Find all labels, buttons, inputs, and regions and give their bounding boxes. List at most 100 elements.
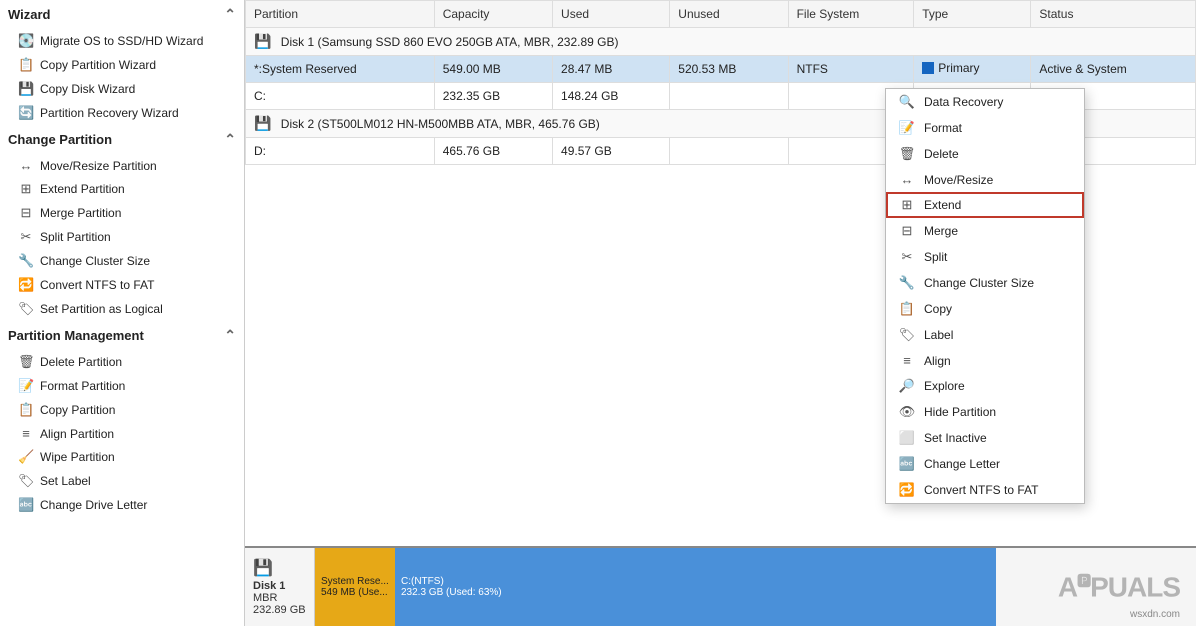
move-resize-icon: ↔	[898, 172, 916, 187]
format-icon: 📝	[898, 120, 916, 136]
set-inactive-icon: ⬜	[898, 430, 916, 446]
main-area: Partition Capacity Used Unused File Syst…	[245, 0, 1196, 546]
sidebar-item-set-logical[interactable]: 🏷 Set Partition as Logical	[0, 297, 244, 321]
disk-part-c[interactable]: C:(NTFS) 232.3 GB (Used: 63%)	[395, 548, 996, 626]
partition-unused	[670, 138, 788, 165]
watermark-domain: wsxdn.com	[1130, 609, 1180, 620]
extend-icon: ⊞	[898, 197, 916, 213]
table-row[interactable]: *:System Reserved 549.00 MB 28.47 MB 520…	[246, 56, 1196, 83]
col-capacity: Capacity	[434, 1, 552, 28]
cm-extend[interactable]: ⊞ Extend	[886, 192, 1084, 218]
sidebar-item-format-partition[interactable]: 📝 Format Partition	[0, 374, 244, 398]
partition-name: C:	[246, 83, 435, 110]
split-icon: ✂	[898, 249, 916, 265]
sidebar-item-copy-disk-wizard[interactable]: 💾 Copy Disk Wizard	[0, 77, 244, 101]
wizard-chevron-icon: ⌃	[224, 6, 236, 23]
change-drive-letter-icon: 🔤	[18, 497, 34, 513]
migrate-os-icon: 💽	[18, 33, 34, 49]
disk1-size-label: 232.89 GB	[253, 604, 306, 616]
wipe-partition-icon: 🧹	[18, 449, 34, 465]
cm-merge[interactable]: ⊟ Merge	[886, 218, 1084, 244]
cm-set-inactive[interactable]: ⬜ Set Inactive	[886, 425, 1084, 451]
sidebar-item-change-drive-letter[interactable]: 🔤 Change Drive Letter	[0, 493, 244, 517]
col-status: Status	[1031, 1, 1196, 28]
change-letter-icon: 🔤	[898, 456, 916, 472]
disk-part-label: System Rese...	[321, 576, 389, 587]
cm-delete[interactable]: 🗑 Delete	[886, 141, 1084, 167]
partition-capacity: 232.35 GB	[434, 83, 552, 110]
cm-change-cluster-size[interactable]: 🔧 Change Cluster Size	[886, 270, 1084, 296]
disk1-type-label: MBR	[253, 592, 306, 604]
table-container[interactable]: Partition Capacity Used Unused File Syst…	[245, 0, 1196, 546]
copy-partition-icon: 📋	[18, 402, 34, 418]
cm-hide-partition[interactable]: 👁 Hide Partition	[886, 399, 1084, 425]
explore-icon: 🔎	[898, 378, 916, 394]
sidebar-item-extend-partition[interactable]: ⊞ Extend Partition	[0, 177, 244, 201]
wizard-section-label: Wizard	[8, 7, 51, 22]
sidebar-item-set-label[interactable]: 🏷 Set Label	[0, 469, 244, 493]
col-used: Used	[553, 1, 670, 28]
sidebar-item-migrate-os[interactable]: 💽 Migrate OS to SSD/HD Wizard	[0, 29, 244, 53]
label-icon: 🏷	[898, 327, 916, 343]
copy-partition-wizard-icon: 📋	[18, 57, 34, 73]
sidebar-item-align-partition[interactable]: ≡ Align Partition	[0, 422, 244, 445]
cm-data-recovery[interactable]: 🔍 Data Recovery	[886, 89, 1084, 115]
cm-convert-ntfs-fat[interactable]: 🔁 Convert NTFS to FAT	[886, 477, 1084, 503]
copy-disk-wizard-icon: 💾	[18, 81, 34, 97]
hide-partition-icon: 👁	[898, 404, 916, 420]
sidebar-item-partition-recovery[interactable]: 🔄 Partition Recovery Wizard	[0, 101, 244, 125]
sidebar: Wizard ⌃ 💽 Migrate OS to SSD/HD Wizard 📋…	[0, 0, 245, 626]
data-recovery-icon: 🔍	[898, 94, 916, 110]
cm-move-resize[interactable]: ↔ Move/Resize	[886, 167, 1084, 192]
disk1-label: 💾 Disk 1 (Samsung SSD 860 EVO 250GB ATA,…	[246, 28, 1196, 56]
sidebar-item-convert-ntfs[interactable]: 🔁 Convert NTFS to FAT	[0, 273, 244, 297]
partition-management-label: Partition Management	[8, 328, 144, 343]
partition-capacity: 549.00 MB	[434, 56, 552, 83]
partition-unused	[670, 83, 788, 110]
change-cluster-size-icon: 🔧	[898, 275, 916, 291]
sidebar-item-split-partition[interactable]: ✂ Split Partition	[0, 225, 244, 249]
sidebar-item-merge-partition[interactable]: ⊟ Merge Partition	[0, 201, 244, 225]
main-content: Partition Capacity Used Unused File Syst…	[245, 0, 1196, 626]
sidebar-item-copy-partition-wizard[interactable]: 📋 Copy Partition Wizard	[0, 53, 244, 77]
cm-copy[interactable]: 📋 Copy	[886, 296, 1084, 322]
col-unused: Unused	[670, 1, 788, 28]
partition-status: Active & System	[1031, 56, 1196, 83]
disk1-header-row: 💾 Disk 1 (Samsung SSD 860 EVO 250GB ATA,…	[246, 28, 1196, 56]
primary-badge-icon	[922, 62, 934, 74]
delete-icon: 🗑	[898, 146, 916, 162]
sidebar-section-change-partition[interactable]: Change Partition ⌃	[0, 125, 244, 154]
cm-format[interactable]: 📝 Format	[886, 115, 1084, 141]
disk-part-system-reserved[interactable]: System Rese... 549 MB (Use...	[315, 548, 395, 626]
partition-management-chevron-icon: ⌃	[224, 327, 236, 344]
sidebar-section-wizard[interactable]: Wizard ⌃	[0, 0, 244, 29]
partition-used: 148.24 GB	[553, 83, 670, 110]
col-filesystem: File System	[788, 1, 914, 28]
partition-used: 49.57 GB	[553, 138, 670, 165]
cm-align[interactable]: ≡ Align	[886, 348, 1084, 373]
partition-recovery-icon: 🔄	[18, 105, 34, 121]
disk-icon: 💾	[253, 558, 306, 578]
align-partition-icon: ≡	[18, 426, 34, 441]
partition-name: *:System Reserved	[246, 56, 435, 83]
sidebar-item-wipe-partition[interactable]: 🧹 Wipe Partition	[0, 445, 244, 469]
cm-label[interactable]: 🏷 Label	[886, 322, 1084, 348]
split-partition-icon: ✂	[18, 229, 34, 245]
change-cluster-icon: 🔧	[18, 253, 34, 269]
extend-partition-icon: ⊞	[18, 181, 34, 197]
appuals-logo: A🅿PUALS	[1058, 571, 1180, 603]
sidebar-item-copy-partition[interactable]: 📋 Copy Partition	[0, 398, 244, 422]
context-menu: 🔍 Data Recovery 📝 Format 🗑 Delete ↔ Move…	[885, 88, 1085, 504]
cm-change-letter[interactable]: 🔤 Change Letter	[886, 451, 1084, 477]
sidebar-section-partition-management[interactable]: Partition Management ⌃	[0, 321, 244, 350]
sidebar-item-delete-partition[interactable]: 🗑 Delete Partition	[0, 350, 244, 374]
sidebar-item-move-resize[interactable]: ↔ Move/Resize Partition	[0, 154, 244, 177]
cm-explore[interactable]: 🔎 Explore	[886, 373, 1084, 399]
cm-split[interactable]: ✂ Split	[886, 244, 1084, 270]
move-resize-icon: ↔	[18, 158, 34, 173]
set-label-icon: 🏷	[18, 473, 34, 489]
merge-partition-icon: ⊟	[18, 205, 34, 221]
disk1-info: 💾 Disk 1 MBR 232.89 GB	[245, 548, 315, 626]
convert-ntfs-fat-icon: 🔁	[898, 482, 916, 498]
sidebar-item-change-cluster[interactable]: 🔧 Change Cluster Size	[0, 249, 244, 273]
